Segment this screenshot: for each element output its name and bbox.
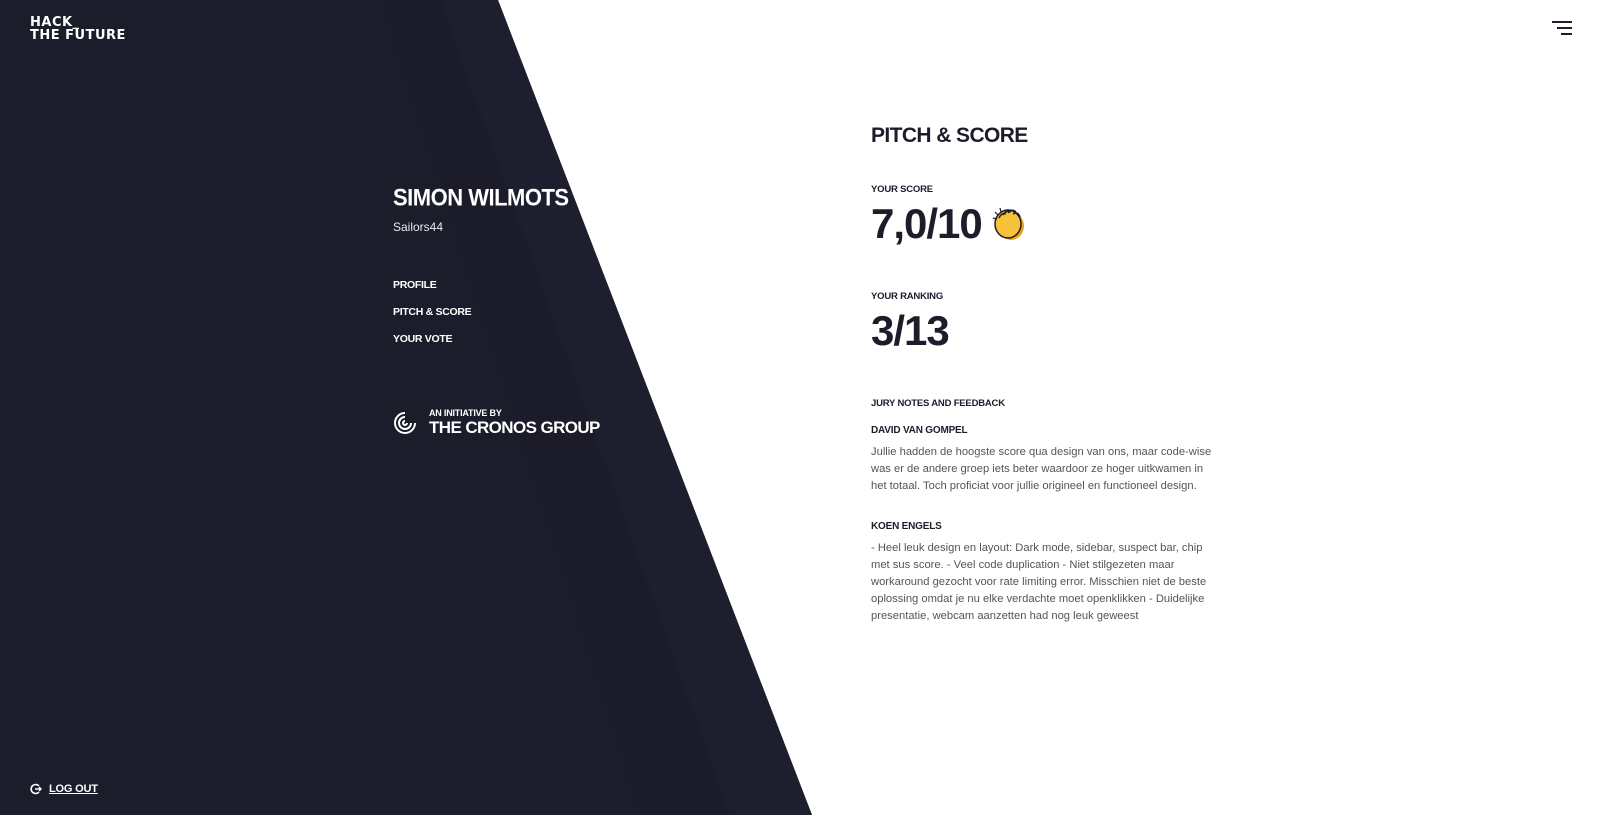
initiative-small-text: AN INITIATIVE BY [429, 408, 502, 418]
cronos-swirl-icon [394, 412, 416, 434]
logout-icon [30, 783, 42, 795]
logout-button[interactable]: LOG OUT [30, 783, 98, 795]
nav-item-profile[interactable]: PROFILE [393, 279, 471, 291]
user-name: SIMON WILMOTS [393, 184, 569, 211]
ranking-label: YOUR RANKING [871, 291, 944, 302]
nav-item-your-vote[interactable]: YOUR VOTE [393, 333, 471, 345]
logout-label: LOG OUT [49, 783, 98, 795]
jury-feedback-text: - Heel leuk design en layout: Dark mode,… [871, 542, 1207, 622]
team-name: Sailors44 [393, 220, 444, 234]
logo-line-2: THE FUTURE [30, 28, 126, 43]
jury-heading: JURY NOTES AND FEEDBACK [871, 398, 1005, 409]
score-value: 7,0/10 [871, 200, 983, 247]
dark-side-panel [0, 0, 812, 815]
clapping-hands-icon [992, 207, 1024, 240]
cronos-group-initiative[interactable]: AN INITIATIVE BY THE CRONOS GROUP [393, 408, 600, 438]
initiative-company-name: THE CRONOS GROUP [429, 418, 600, 437]
score-label: YOUR SCORE [871, 184, 933, 195]
page-title: PITCH & SCORE [871, 124, 1028, 147]
ranking-value: 3/13 [871, 307, 950, 354]
jury-feedback-text: Jullie hadden de hoogste score qua desig… [871, 446, 1212, 492]
jury-member-name: KOEN ENGELS [871, 521, 942, 532]
sidebar-nav: PROFILE PITCH & SCORE YOUR VOTE [393, 279, 472, 360]
jury-member-name: DAVID VAN GOMPEL [871, 425, 968, 436]
hack-the-future-logo[interactable]: HACK_ THE FUTURE [30, 16, 126, 42]
hamburger-menu-icon[interactable] [1552, 20, 1572, 36]
nav-item-pitch-score[interactable]: PITCH & SCORE [393, 306, 472, 318]
